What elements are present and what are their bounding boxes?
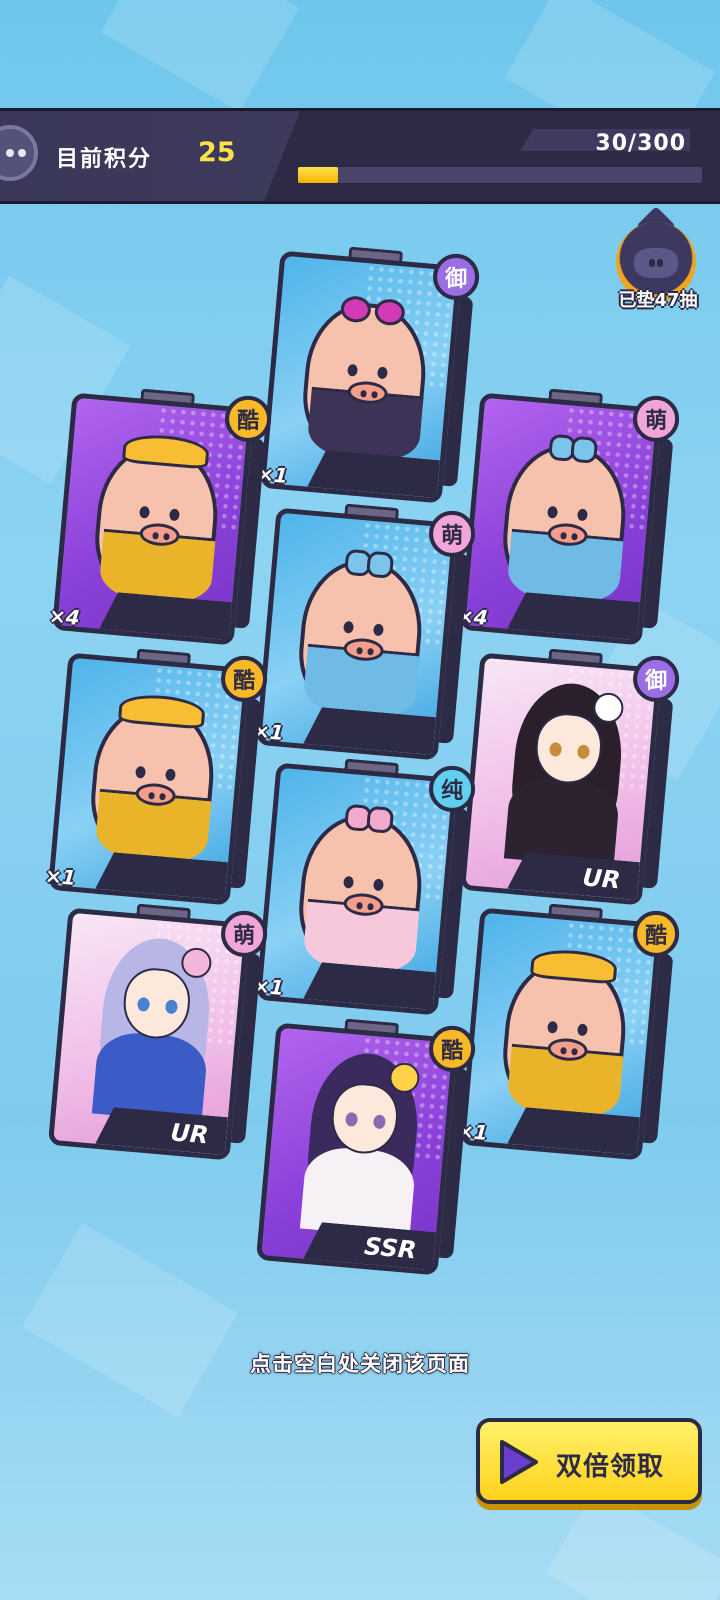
pig-eye bbox=[347, 363, 359, 377]
card-foot bbox=[507, 1106, 640, 1155]
card-frame bbox=[47, 652, 251, 906]
pig-eye bbox=[547, 505, 559, 519]
double-claim-button[interactable]: 双倍领取 bbox=[476, 1418, 702, 1504]
close-hint: 点击空白处关闭该页面 bbox=[250, 1352, 470, 1376]
background-shape bbox=[22, 1223, 238, 1417]
pig-eye bbox=[547, 1020, 559, 1034]
score-label: 目前积分 bbox=[56, 147, 153, 172]
pity-counter[interactable]: 已垫47抽 bbox=[612, 206, 708, 322]
pig-figure bbox=[298, 288, 432, 465]
attribute-badge: 酷 bbox=[225, 395, 272, 442]
character-eye bbox=[164, 999, 179, 1015]
card-foot bbox=[303, 706, 436, 755]
pig-figure bbox=[498, 945, 632, 1122]
character-card[interactable]: UR 御 bbox=[459, 648, 680, 906]
card-frame: SSR bbox=[255, 1022, 459, 1276]
pig-body bbox=[294, 810, 428, 977]
character-card[interactable]: SSR 酷 bbox=[255, 1018, 476, 1276]
pig-eye bbox=[164, 768, 176, 782]
play-icon bbox=[500, 1440, 538, 1484]
progress-text: 30/300 bbox=[595, 131, 686, 156]
pig-eye bbox=[372, 623, 384, 637]
character-portrait bbox=[280, 1047, 445, 1239]
pity-text: 已垫47抽 bbox=[618, 290, 698, 311]
rarity-label: SSR bbox=[363, 1232, 418, 1265]
pig-eye bbox=[135, 765, 147, 779]
pig-card[interactable]: ×1 酷 bbox=[456, 903, 680, 1161]
pig-body bbox=[294, 555, 428, 722]
attribute-badge: 御 bbox=[633, 655, 680, 702]
pig-eye bbox=[343, 875, 355, 889]
score-value: 25 bbox=[198, 137, 236, 168]
pig-figure bbox=[294, 800, 428, 977]
rarity-label: UR bbox=[169, 1118, 210, 1150]
pig-bow bbox=[344, 549, 392, 577]
background-shape bbox=[100, 0, 300, 112]
pig-card[interactable]: ×1 萌 bbox=[252, 503, 476, 761]
card-foot bbox=[303, 961, 436, 1010]
attribute-badge: 纯 bbox=[429, 765, 476, 812]
pig-body bbox=[498, 440, 632, 607]
card-frame bbox=[459, 392, 663, 646]
character-card[interactable]: UR 萌 bbox=[47, 903, 268, 1161]
pig-card[interactable]: ×1 酷 bbox=[44, 648, 268, 906]
pig-figure bbox=[294, 545, 428, 722]
card-frame bbox=[255, 762, 459, 1016]
card-frame: UR bbox=[459, 652, 663, 906]
attribute-badge: 萌 bbox=[429, 510, 476, 557]
character-eye bbox=[372, 1114, 387, 1130]
pig-card[interactable]: ×1 御 bbox=[256, 246, 480, 504]
pig-eye bbox=[576, 508, 588, 522]
pig-face-icon bbox=[634, 248, 678, 278]
pig-card[interactable]: ×4 酷 bbox=[48, 388, 272, 646]
item-count: ×1 bbox=[44, 863, 77, 890]
pig-eye bbox=[139, 505, 151, 519]
pig-eye bbox=[576, 1023, 588, 1037]
attribute-badge: 酷 bbox=[429, 1025, 476, 1072]
character-eye bbox=[548, 741, 563, 757]
card-foot bbox=[307, 449, 440, 498]
character-eye bbox=[136, 996, 151, 1012]
attribute-badge: 御 bbox=[433, 253, 480, 300]
attribute-badge: 萌 bbox=[221, 910, 268, 957]
card-frame bbox=[259, 250, 463, 504]
character-eye bbox=[344, 1111, 359, 1127]
card-frame bbox=[459, 907, 663, 1161]
card-frame: UR bbox=[47, 907, 251, 1161]
pig-eye bbox=[376, 366, 388, 380]
pig-eye bbox=[168, 508, 180, 522]
card-frame bbox=[51, 392, 255, 646]
pig-figure bbox=[90, 430, 224, 607]
pig-figure bbox=[498, 430, 632, 607]
sunglasses bbox=[340, 295, 406, 322]
pig-figure bbox=[86, 690, 220, 867]
double-claim-label: 双倍领取 bbox=[556, 1452, 665, 1482]
character-portrait bbox=[484, 677, 649, 869]
character-eye bbox=[576, 744, 591, 760]
pig-body bbox=[298, 298, 432, 465]
card-foot bbox=[95, 851, 228, 900]
card-foot bbox=[99, 591, 232, 640]
card-foot bbox=[507, 591, 640, 640]
pig-eye bbox=[372, 878, 384, 892]
attribute-badge: 萌 bbox=[633, 395, 680, 442]
pig-bow bbox=[548, 434, 596, 462]
item-count: ×4 bbox=[48, 603, 81, 630]
score-header: 目前积分 25 30/300 bbox=[0, 108, 720, 204]
pig-bow bbox=[344, 804, 392, 832]
character-portrait bbox=[72, 932, 237, 1124]
pig-card[interactable]: ×1 纯 bbox=[252, 758, 476, 1016]
rarity-label: UR bbox=[581, 863, 622, 895]
progress-fill bbox=[298, 167, 339, 183]
attribute-badge: 酷 bbox=[221, 655, 268, 702]
attribute-badge: 酷 bbox=[633, 910, 680, 957]
progress-bar bbox=[298, 167, 702, 183]
pig-card[interactable]: ×4 萌 bbox=[456, 388, 680, 646]
pig-eye bbox=[343, 620, 355, 634]
card-frame bbox=[255, 507, 459, 761]
